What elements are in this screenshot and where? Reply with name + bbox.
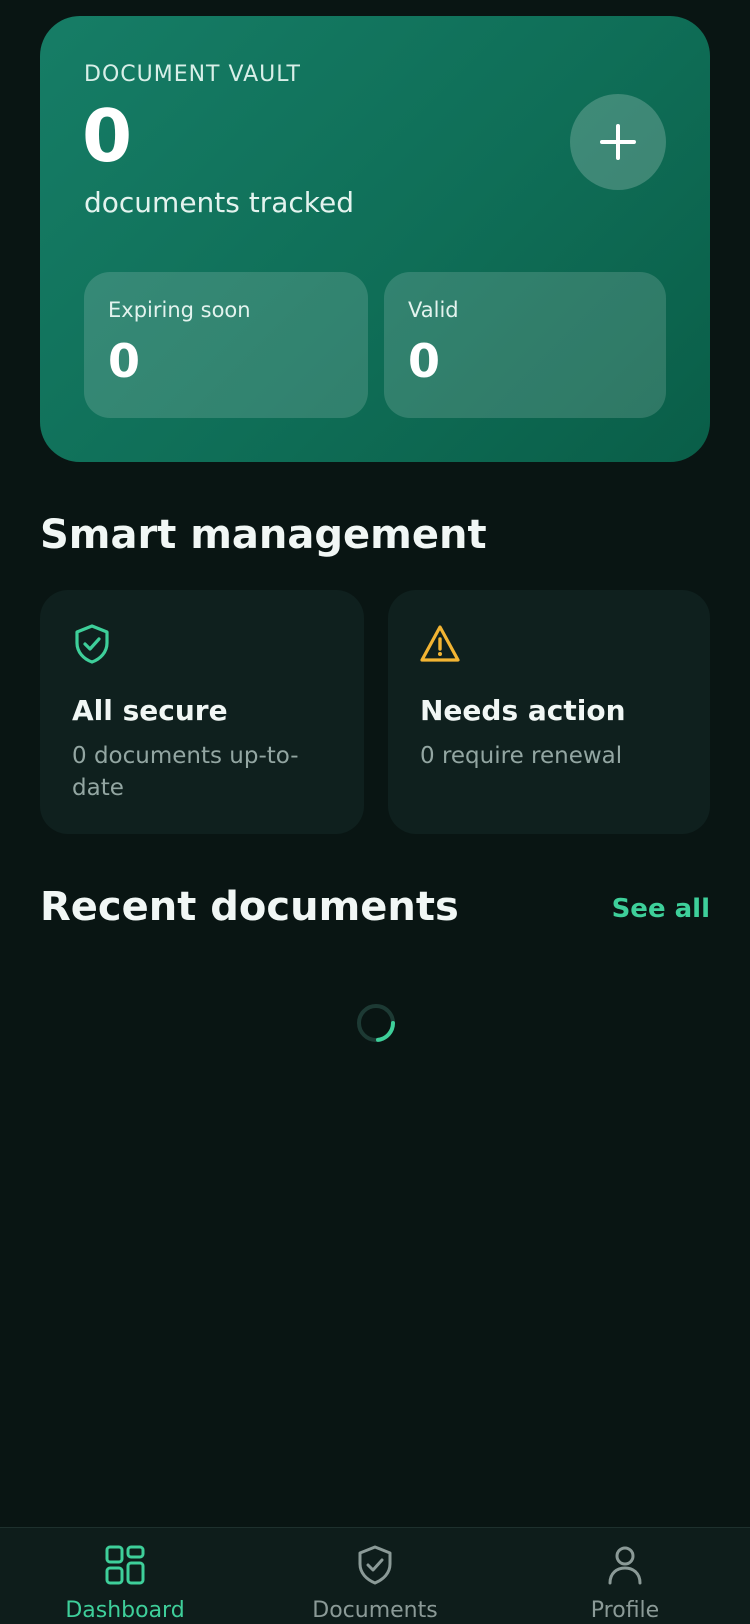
vault-summary-card: DOCUMENT VAULT 0 documents tracked Expir… bbox=[40, 16, 710, 462]
dashboard-screen: DOCUMENT VAULT 0 documents tracked Expir… bbox=[0, 0, 750, 1624]
shield-check-icon bbox=[358, 1545, 392, 1585]
tile-description: 0 require renewal bbox=[420, 743, 623, 769]
stat-label: Valid bbox=[408, 298, 459, 322]
person-icon bbox=[608, 1546, 642, 1585]
tile-title: All secure bbox=[72, 694, 228, 727]
nav-label: Dashboard bbox=[65, 1598, 185, 1623]
plus-icon bbox=[600, 124, 636, 160]
shield-check-icon bbox=[75, 624, 109, 664]
stat-expiring-soon[interactable]: Expiring soon 0 bbox=[84, 272, 368, 418]
recent-documents-heading: Recent documents bbox=[40, 884, 459, 930]
tile-title: Needs action bbox=[420, 694, 626, 727]
nav-item-profile[interactable]: Profile bbox=[500, 1528, 750, 1624]
add-document-button[interactable] bbox=[570, 94, 666, 190]
nav-label: Documents bbox=[312, 1598, 438, 1623]
vault-title: DOCUMENT VAULT bbox=[84, 62, 301, 87]
tile-description: 0 documents up-to-date bbox=[72, 743, 299, 801]
bottom-navigation: Dashboard Documents Profile bbox=[0, 1527, 750, 1624]
see-all-link[interactable]: See all bbox=[612, 894, 710, 924]
nav-item-documents[interactable]: Documents bbox=[250, 1528, 500, 1624]
documents-count: 0 bbox=[82, 94, 133, 178]
stat-label: Expiring soon bbox=[108, 298, 251, 322]
needs-action-tile[interactable]: Needs action 0 require renewal bbox=[388, 590, 710, 834]
stat-valid[interactable]: Valid 0 bbox=[384, 272, 666, 418]
warning-triangle-icon bbox=[420, 625, 460, 662]
loading-spinner-icon bbox=[357, 1004, 396, 1042]
all-secure-tile[interactable]: All secure 0 documents up-to-date bbox=[40, 590, 364, 834]
grid-icon bbox=[105, 1545, 145, 1585]
smart-management-heading: Smart management bbox=[40, 512, 487, 558]
stat-value: 0 bbox=[408, 334, 441, 388]
nav-item-dashboard[interactable]: Dashboard bbox=[0, 1528, 250, 1624]
stat-value: 0 bbox=[108, 334, 141, 388]
documents-count-label: documents tracked bbox=[84, 186, 355, 219]
nav-label: Profile bbox=[590, 1598, 660, 1623]
